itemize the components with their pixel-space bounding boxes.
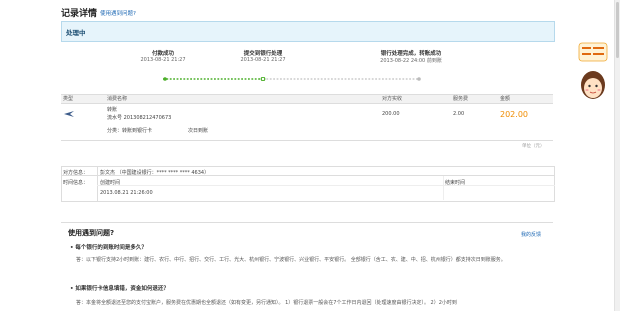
status-banner [61, 21, 555, 42]
table-header [61, 94, 553, 104]
step-3: 银行处理完成，转账成功 2013-08-22 24:00 前到账 [361, 49, 461, 64]
step-2-title: 提交到银行处理 [243, 51, 283, 57]
help-link[interactable]: 使用遇到问题? [100, 9, 136, 17]
col-type: 类型 [63, 96, 74, 102]
fee-amount: 2.00 [453, 111, 465, 117]
col-amount: 金额 [500, 96, 511, 102]
transaction-name: 转账 [107, 107, 118, 113]
counterparty-label: 对方信息： [63, 170, 89, 176]
col-paid: 对方实收 [382, 96, 403, 102]
info-time-divider [443, 176, 444, 200]
scrollbar-thumb[interactable] [616, 2, 619, 58]
step-1-title: 付款成功 [151, 51, 174, 57]
progress-timeline [163, 77, 421, 81]
total-amount: 202.00 [500, 110, 528, 119]
time-info-label: 时间信息： [63, 180, 89, 186]
timeline-node-3 [417, 77, 421, 81]
col-fee: 服务费 [453, 96, 469, 102]
faq-question-2: • 如果银行卡信息填错，资金如何退还？ [70, 286, 169, 292]
step-3-date: 2013-08-22 24:00 前到账 [380, 58, 442, 64]
faq-answer-1: 答：以下银行支持2小时到账：建行、农行、中行、招行、交行、工行、光大、杭州银行、… [76, 257, 506, 263]
created-value: 2013.08.21 21:26:00 [100, 190, 153, 196]
created-label: 创建时间 [100, 180, 121, 186]
faq-answer-2: 答：本金将全额退还至您的支付宝账户，服务费在优惠期也全额退还（如有变更，另行通知… [76, 300, 457, 306]
step-1-date: 2013-08-21 21:27 [140, 57, 186, 63]
timeline-node-2 [260, 77, 266, 81]
page-scrollbar[interactable] [614, 0, 620, 311]
row-divider [61, 140, 553, 141]
step-2-date: 2013-08-21 21:27 [240, 57, 286, 63]
counterparty-value: 彭文杰 （中国建设银行：**** **** **** 4634） [100, 170, 210, 176]
category: 分类：转账到银行卡 [107, 128, 153, 134]
step-1: 付款成功 2013-08-21 21:27 [126, 49, 200, 63]
info-col-divider [97, 166, 98, 202]
faq-question-1: • 每个银行的到账时间是多久？ [70, 245, 147, 251]
col-name: 消费名称 [107, 96, 128, 102]
paid-amount: 200.00 [382, 111, 400, 117]
timeline-node-1 [163, 77, 167, 81]
airplane-icon [64, 111, 74, 117]
info-subrow-divider [97, 185, 555, 186]
serial-number: 流水号 201308212470673 [107, 115, 172, 121]
feedback-link[interactable]: 我的反馈 [521, 231, 541, 238]
mascot-help-badge[interactable] [578, 41, 608, 107]
unit-note: 单位（元） [522, 144, 545, 149]
page-title: 记录详情 [61, 9, 98, 19]
help-title: 使用遇到问题? [68, 229, 115, 237]
step-3-title: 银行处理完成，转账成功 [380, 51, 442, 57]
step-2: 提交到银行处理 2013-08-21 21:27 [226, 49, 300, 63]
status-label: 处理中 [66, 29, 86, 37]
arrival-type: 次日到账 [188, 128, 209, 134]
ended-label: 结束时间 [445, 180, 466, 186]
